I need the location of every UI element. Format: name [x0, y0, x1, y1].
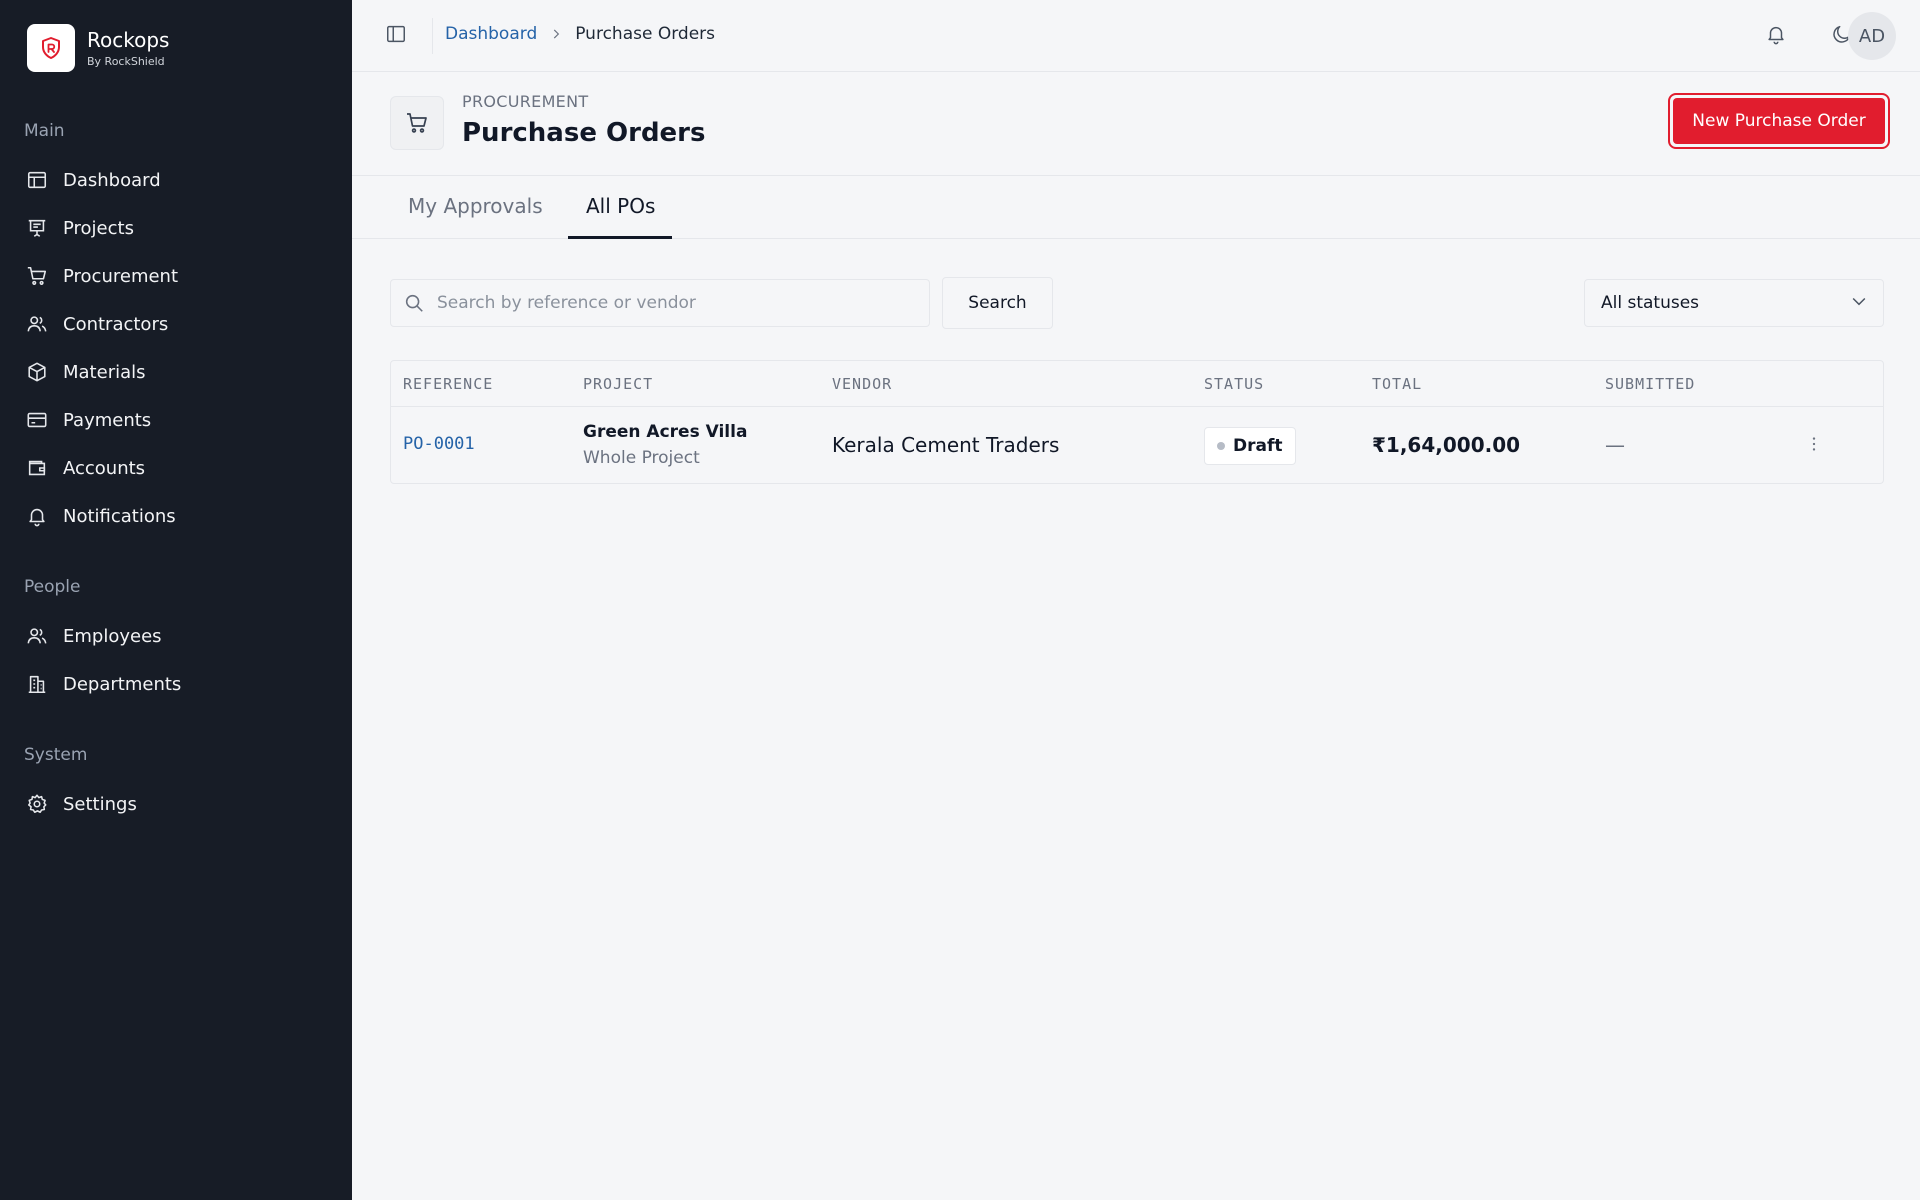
po-total: ₹1,64,000.00: [1372, 433, 1521, 457]
notifications-button[interactable]: [1760, 20, 1792, 52]
page-title: Purchase Orders: [462, 118, 706, 148]
sidebar-item-label: Contractors: [63, 313, 169, 335]
users-icon: [24, 623, 50, 649]
credit-card-icon: [24, 407, 50, 433]
brand-subtitle: By RockShield: [87, 54, 165, 68]
search-button[interactable]: Search: [942, 277, 1053, 329]
sidebar-item-contractors[interactable]: Contractors: [24, 304, 324, 344]
sidebar-toggle-button[interactable]: [382, 22, 410, 50]
sidebar-item-employees[interactable]: Employees: [24, 616, 324, 656]
active-tab-indicator: [568, 236, 672, 239]
cart-icon: [24, 263, 50, 289]
po-reference-link[interactable]: PO-0001: [403, 434, 475, 454]
sidebar-item-label: Settings: [63, 793, 137, 815]
sidebar-item-dashboard[interactable]: Dashboard: [24, 160, 324, 200]
layout-dashboard-icon: [24, 167, 50, 193]
project-scope: Whole Project: [583, 448, 700, 468]
box-icon: [24, 359, 50, 385]
sidebar-item-accounts[interactable]: Accounts: [24, 448, 324, 488]
more-vertical-icon: [1804, 434, 1824, 458]
sidebar-item-label: Payments: [63, 409, 152, 431]
sidebar-item-label: Accounts: [63, 457, 146, 479]
page-eyebrow: PROCUREMENT: [462, 92, 589, 111]
sidebar-item-departments[interactable]: Departments: [24, 664, 324, 704]
breadcrumb: Dashboard Purchase Orders: [445, 24, 715, 44]
table-header: REFERENCE PROJECT VENDOR STATUS TOTAL SU…: [391, 361, 1883, 407]
breadcrumb-current: Purchase Orders: [575, 24, 716, 44]
nav-section-system: System: [24, 745, 88, 765]
building-icon: [24, 671, 50, 697]
sidebar-item-notifications[interactable]: Notifications: [24, 496, 324, 536]
topbar-divider: [432, 18, 433, 54]
sidebar-item-label: Departments: [63, 673, 182, 695]
nav-section-people: People: [24, 577, 81, 597]
column-header-reference: REFERENCE: [403, 375, 494, 393]
sidebar-item-label: Materials: [63, 361, 146, 383]
sidebar-item-procurement[interactable]: Procurement: [24, 256, 324, 296]
brand-name: Rockops: [87, 27, 170, 52]
brand[interactable]: Rockops By RockShield: [27, 24, 169, 72]
row-actions-button[interactable]: [1801, 433, 1827, 459]
sidebar-item-label: Procurement: [63, 265, 179, 287]
breadcrumb-dashboard-link[interactable]: Dashboard: [445, 24, 537, 44]
vendor-name: Kerala Cement Traders: [832, 433, 1060, 457]
wallet-icon: [24, 455, 50, 481]
project-name: Green Acres Villa: [583, 422, 748, 442]
focus-ring: New Purchase Order: [1668, 93, 1890, 149]
status-filter-value: All statuses: [1601, 293, 1700, 313]
projects-icon: [24, 215, 50, 241]
chevron-down-icon: [1849, 291, 1869, 316]
column-header-submitted: SUBMITTED: [1605, 375, 1696, 393]
sidebar-item-projects[interactable]: Projects: [24, 208, 324, 248]
page-header: PROCUREMENT Purchase Orders New Purchase…: [352, 72, 1920, 176]
sidebar-item-materials[interactable]: Materials: [24, 352, 324, 392]
avatar[interactable]: AD: [1848, 12, 1896, 60]
sidebar-item-payments[interactable]: Payments: [24, 400, 324, 440]
sidebar-item-label: Projects: [63, 217, 134, 239]
status-badge: Draft: [1204, 427, 1296, 465]
bell-icon: [1765, 23, 1787, 49]
users-icon: [24, 311, 50, 337]
panel-left-icon: [385, 23, 407, 49]
column-header-total: TOTAL: [1372, 375, 1423, 393]
sidebar-item-settings[interactable]: Settings: [24, 784, 324, 824]
column-header-vendor: VENDOR: [832, 375, 893, 393]
sidebar: Rockops By RockShield Main Dashboard Pro…: [0, 0, 352, 1200]
sidebar-item-label: Dashboard: [63, 169, 161, 191]
table-row[interactable]: PO-0001 Green Acres Villa Whole Project …: [391, 407, 1883, 483]
gear-icon: [24, 791, 50, 817]
search-field: [390, 279, 930, 327]
status-filter-select[interactable]: All statuses: [1584, 279, 1884, 327]
column-header-status: STATUS: [1204, 375, 1265, 393]
purchase-orders-table: REFERENCE PROJECT VENDOR STATUS TOTAL SU…: [390, 360, 1884, 484]
nav-section-main: Main: [24, 121, 65, 141]
shield-logo-icon: [27, 24, 75, 72]
topbar: Dashboard Purchase Orders AD: [352, 0, 1920, 72]
status-dot-icon: [1217, 442, 1225, 450]
sidebar-item-label: Employees: [63, 625, 162, 647]
tabs: My Approvals All POs: [352, 176, 1920, 239]
cart-icon: [390, 96, 444, 150]
search-input[interactable]: [437, 293, 897, 313]
status-label: Draft: [1233, 436, 1283, 456]
tab-my-approvals[interactable]: My Approvals: [408, 194, 543, 218]
sidebar-item-label: Notifications: [63, 505, 176, 527]
po-submitted: —: [1605, 433, 1625, 457]
tab-all-pos[interactable]: All POs: [586, 194, 655, 218]
new-purchase-order-button[interactable]: New Purchase Order: [1673, 98, 1885, 144]
column-header-project: PROJECT: [583, 375, 654, 393]
bell-icon: [24, 503, 50, 529]
chevron-right-icon: [549, 27, 563, 41]
search-icon: [403, 292, 425, 314]
